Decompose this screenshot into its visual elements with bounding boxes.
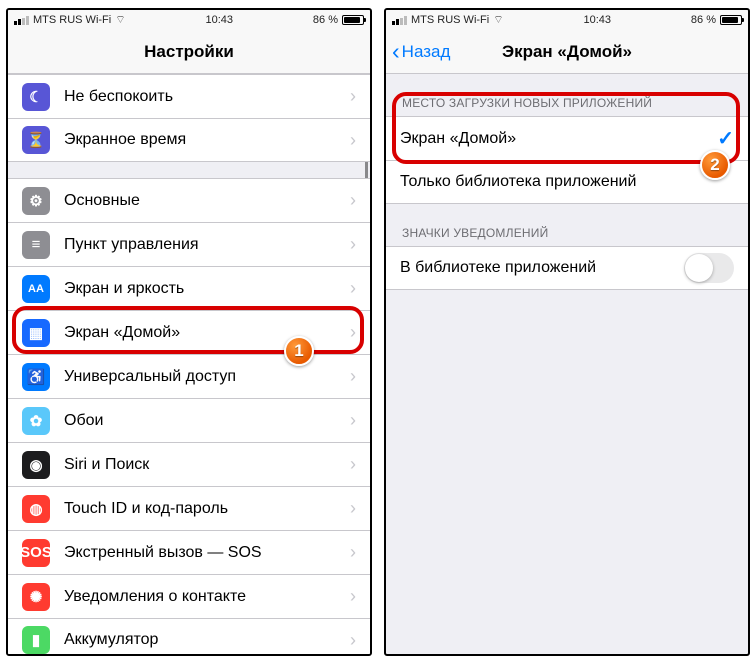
chevron-right-icon: › (350, 86, 356, 107)
row-label: Уведомления о контакте (64, 588, 350, 606)
signal-icon (14, 16, 29, 25)
wifi-icon: ⌔ (493, 13, 503, 27)
section-header-notification-badges: ЗНАЧКИ УВЕДОМЛЕНИЙ (386, 220, 748, 246)
touchid-icon: ◍ (22, 495, 50, 523)
chevron-right-icon: › (350, 498, 356, 519)
right-screenshot: MTS RUS Wi-Fi ⌔ 10:43 86 % ‹ Назад Экран… (384, 8, 750, 656)
row-label: Экран и яркость (64, 280, 350, 298)
home-screen-settings: МЕСТО ЗАГРУЗКИ НОВЫХ ПРИЛОЖЕНИЙЭкран «До… (386, 74, 748, 654)
option-label: Только библиотека приложений (400, 173, 734, 191)
chevron-right-icon: › (350, 586, 356, 607)
settings-row-accessibility[interactable]: ♿ Универсальный доступ› (8, 354, 370, 398)
row-label: Touch ID и код-пароль (64, 500, 350, 518)
settings-row-exposure[interactable]: ✺ Уведомления о контакте› (8, 574, 370, 618)
toggle-switch[interactable] (684, 253, 734, 283)
annotation-badge-1: 1 (284, 336, 314, 366)
settings-list[interactable]: ☾Не беспокоить›⏳Экранное время›⚙Основные… (8, 74, 370, 654)
nav-bar: ‹ Назад Экран «Домой» (386, 30, 748, 74)
back-label: Назад (402, 42, 451, 62)
row-label: Экстренный вызов — SOS (64, 544, 350, 562)
carrier-label: MTS RUS Wi-Fi (411, 14, 489, 26)
accessibility-icon: ♿ (22, 363, 50, 391)
back-button[interactable]: ‹ Назад (392, 40, 450, 63)
row-label: Универсальный доступ (64, 368, 350, 386)
grid-icon: ▦ (22, 319, 50, 347)
row-label: Siri и Поиск (64, 456, 350, 474)
chevron-right-icon: › (350, 630, 356, 651)
option-row-0[interactable]: Экран «Домой»✓ (386, 116, 748, 160)
toggle-row-badges[interactable]: В библиотеке приложений (386, 246, 748, 290)
settings-row-wallpaper[interactable]: ✿ Обои› (8, 398, 370, 442)
switches-icon: ≡ (22, 231, 50, 259)
battery-percent: 86 % (691, 14, 716, 26)
chevron-right-icon: › (350, 542, 356, 563)
clock: 10:43 (583, 14, 611, 26)
settings-row-sos[interactable]: SOS Экстренный вызов — SOS› (8, 530, 370, 574)
settings-row-battery[interactable]: ▮ Аккумулятор› (8, 618, 370, 654)
chevron-right-icon: › (350, 278, 356, 299)
nav-bar: Настройки (8, 30, 370, 74)
chevron-right-icon: › (350, 366, 356, 387)
checkmark-icon: ✓ (717, 126, 734, 151)
row-label: Экранное время (64, 131, 350, 149)
row-label: Пункт управления (64, 236, 350, 254)
wallpaper-icon: ✿ (22, 407, 50, 435)
row-label: Не беспокоить (64, 88, 350, 106)
gear-icon: ⚙ (22, 187, 50, 215)
siri-icon: ◉ (22, 451, 50, 479)
moon-icon: ☾ (22, 83, 50, 111)
settings-row-switches[interactable]: ≡ Пункт управления› (8, 222, 370, 266)
wifi-icon: ⌔ (115, 13, 125, 27)
chevron-right-icon: › (350, 410, 356, 431)
sos-icon: SOS (22, 539, 50, 567)
settings-row-gear[interactable]: ⚙ Основные› (8, 178, 370, 222)
exposure-icon: ✺ (22, 583, 50, 611)
option-row-1[interactable]: Только библиотека приложений (386, 160, 748, 204)
carrier-label: MTS RUS Wi-Fi (33, 14, 111, 26)
left-screenshot: MTS RUS Wi-Fi ⌔ 10:43 86 % Настройки ☾ Не… (6, 8, 372, 656)
section-header-download-location: МЕСТО ЗАГРУЗКИ НОВЫХ ПРИЛОЖЕНИЙ (386, 90, 748, 116)
page-title: Экран «Домой» (502, 42, 632, 62)
status-bar: MTS RUS Wi-Fi ⌔ 10:43 86 % (386, 10, 748, 30)
battery-icon: ▮ (22, 626, 50, 654)
settings-row-grid[interactable]: ▦Экран «Домой»› (8, 310, 370, 354)
battery-percent: 86 % (313, 14, 338, 26)
row-label: Аккумулятор (64, 631, 350, 649)
chevron-right-icon: › (350, 322, 356, 343)
settings-row-siri[interactable]: ◉ Siri и Поиск› (8, 442, 370, 486)
clock: 10:43 (205, 14, 233, 26)
settings-row-hourglass[interactable]: ⏳ Экранное время› (8, 118, 370, 162)
settings-row-text-size[interactable]: AA Экран и яркость› (8, 266, 370, 310)
row-label: Обои (64, 412, 350, 430)
hourglass-icon: ⏳ (22, 126, 50, 154)
battery-icon (720, 15, 742, 25)
settings-row-moon[interactable]: ☾ Не беспокоить› (8, 74, 370, 118)
signal-icon (392, 16, 407, 25)
text-size-icon: AA (22, 275, 50, 303)
chevron-right-icon: › (350, 190, 356, 211)
row-label: Основные (64, 192, 350, 210)
status-bar: MTS RUS Wi-Fi ⌔ 10:43 86 % (8, 10, 370, 30)
option-label: Экран «Домой» (400, 130, 717, 148)
battery-icon (342, 15, 364, 25)
chevron-left-icon: ‹ (392, 40, 400, 63)
toggle-label: В библиотеке приложений (400, 259, 684, 277)
settings-row-touchid[interactable]: ◍ Touch ID и код-пароль› (8, 486, 370, 530)
chevron-right-icon: › (350, 234, 356, 255)
page-title: Настройки (144, 42, 234, 62)
annotation-badge-2: 2 (700, 150, 730, 180)
chevron-right-icon: › (350, 130, 356, 151)
chevron-right-icon: › (350, 454, 356, 475)
